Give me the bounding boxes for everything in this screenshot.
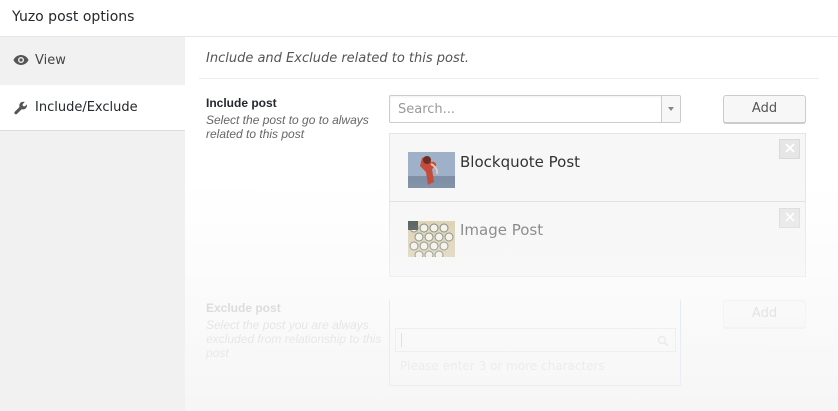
main-content: Include and Exclude related to this post… bbox=[185, 37, 838, 411]
dropdown-message: Please enter 3 or more characters bbox=[400, 359, 605, 373]
exclude-post-label: Exclude post bbox=[206, 301, 281, 315]
exclude-post-description: Select the post you are always excluded … bbox=[206, 318, 382, 360]
include-add-button[interactable]: Add bbox=[723, 95, 806, 123]
dropdown-search-input[interactable] bbox=[395, 328, 676, 352]
sidebar-divider bbox=[0, 130, 185, 131]
post-title: Blockquote Post bbox=[460, 153, 581, 171]
post-title: Image Post bbox=[460, 221, 544, 239]
include-dropdown-arrow[interactable] bbox=[661, 96, 680, 122]
search-icon bbox=[657, 334, 669, 352]
remove-post-button[interactable] bbox=[779, 139, 800, 159]
panel-header: Yuzo post options bbox=[0, 0, 838, 37]
tab-view-label: View bbox=[35, 52, 66, 68]
close-icon bbox=[784, 140, 795, 158]
list-item: Blockquote Post bbox=[390, 134, 805, 202]
tab-include-exclude-label: Include/Exclude bbox=[35, 100, 138, 115]
include-search-select[interactable]: Search... bbox=[389, 95, 681, 123]
post-options-panel: Yuzo post options View Include/Exclude I… bbox=[0, 0, 838, 411]
eye-icon bbox=[13, 52, 29, 68]
text-cursor bbox=[401, 333, 402, 347]
panel-title: Yuzo post options bbox=[12, 9, 135, 25]
sidebar: View Include/Exclude bbox=[0, 37, 185, 411]
close-icon bbox=[784, 209, 795, 227]
include-search-placeholder: Search... bbox=[398, 102, 456, 117]
divider bbox=[199, 78, 819, 79]
chevron-down-icon bbox=[668, 107, 674, 111]
image-thumbnail bbox=[408, 221, 455, 257]
included-posts-list: Blockquote Post Image Post bbox=[389, 133, 806, 277]
wrench-icon bbox=[13, 100, 29, 116]
exclude-add-button[interactable]: Add bbox=[723, 300, 806, 328]
list-item: Image Post bbox=[390, 203, 805, 271]
exclude-dropdown: Please enter 3 or more characters bbox=[389, 300, 681, 386]
tab-include-exclude[interactable]: Include/Exclude bbox=[0, 85, 185, 130]
tab-view[interactable]: View bbox=[0, 37, 185, 83]
blockquote-thumbnail bbox=[408, 152, 455, 188]
remove-post-button[interactable] bbox=[779, 208, 800, 228]
include-post-description: Select the post to go to always related … bbox=[206, 113, 369, 141]
include-post-label: Include post bbox=[206, 96, 277, 110]
section-intro: Include and Exclude related to this post… bbox=[206, 51, 469, 66]
